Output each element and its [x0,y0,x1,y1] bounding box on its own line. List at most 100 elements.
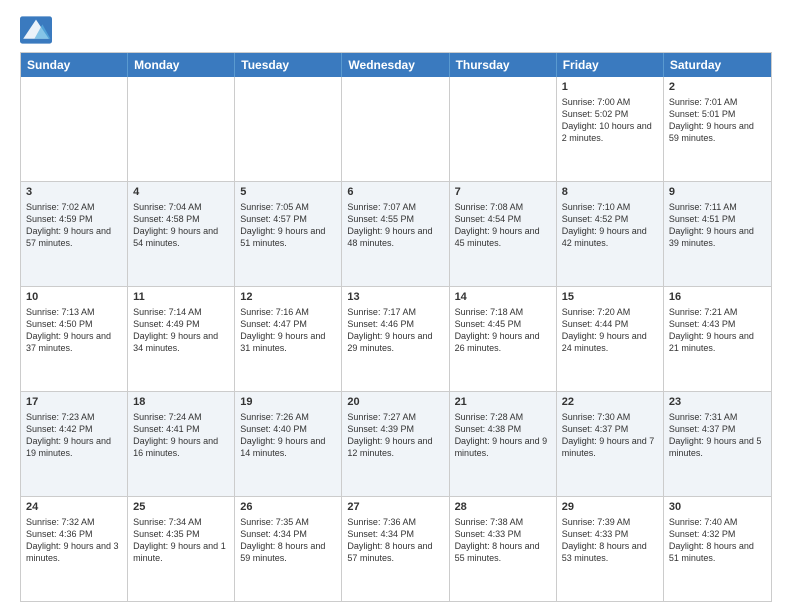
day-cell-30: 30Sunrise: 7:40 AMSunset: 4:32 PMDayligh… [664,497,771,601]
day-number: 7 [455,185,551,200]
day-info: Sunset: 4:47 PM [240,318,336,330]
day-info: Sunset: 4:52 PM [562,213,658,225]
day-number: 26 [240,500,336,515]
day-info: Sunrise: 7:38 AM [455,516,551,528]
calendar-row-5: 24Sunrise: 7:32 AMSunset: 4:36 PMDayligh… [21,496,771,601]
day-number: 10 [26,290,122,305]
day-info: Sunrise: 7:14 AM [133,306,229,318]
day-info: Sunset: 4:42 PM [26,423,122,435]
day-info: Sunrise: 7:20 AM [562,306,658,318]
day-info: Daylight: 9 hours and 57 minutes. [26,225,122,249]
day-cell-1: 1Sunrise: 7:00 AMSunset: 5:02 PMDaylight… [557,77,664,181]
day-info: Sunset: 4:34 PM [240,528,336,540]
day-number: 18 [133,395,229,410]
day-info: Sunrise: 7:27 AM [347,411,443,423]
day-info: Daylight: 9 hours and 34 minutes. [133,330,229,354]
day-info: Sunrise: 7:02 AM [26,201,122,213]
day-number: 17 [26,395,122,410]
day-info: Sunrise: 7:28 AM [455,411,551,423]
calendar-row-1: 1Sunrise: 7:00 AMSunset: 5:02 PMDaylight… [21,77,771,181]
day-cell-5: 5Sunrise: 7:05 AMSunset: 4:57 PMDaylight… [235,182,342,286]
day-info: Daylight: 9 hours and 48 minutes. [347,225,443,249]
day-cell-18: 18Sunrise: 7:24 AMSunset: 4:41 PMDayligh… [128,392,235,496]
day-info: Daylight: 9 hours and 21 minutes. [669,330,766,354]
day-info: Daylight: 10 hours and 2 minutes. [562,120,658,144]
day-header-thursday: Thursday [450,53,557,77]
day-header-friday: Friday [557,53,664,77]
day-info: Sunset: 4:58 PM [133,213,229,225]
calendar-header: SundayMondayTuesdayWednesdayThursdayFrid… [21,53,771,77]
day-info: Daylight: 9 hours and 37 minutes. [26,330,122,354]
day-info: Daylight: 9 hours and 29 minutes. [347,330,443,354]
day-info: Sunset: 4:37 PM [562,423,658,435]
day-info: Daylight: 9 hours and 14 minutes. [240,435,336,459]
empty-cell-r0c4 [450,77,557,181]
empty-cell-r0c1 [128,77,235,181]
day-number: 23 [669,395,766,410]
day-info: Sunrise: 7:16 AM [240,306,336,318]
day-cell-29: 29Sunrise: 7:39 AMSunset: 4:33 PMDayligh… [557,497,664,601]
day-number: 6 [347,185,443,200]
day-info: Sunset: 4:37 PM [669,423,766,435]
calendar: SundayMondayTuesdayWednesdayThursdayFrid… [20,52,772,602]
day-info: Daylight: 9 hours and 39 minutes. [669,225,766,249]
day-info: Sunset: 4:39 PM [347,423,443,435]
day-info: Daylight: 9 hours and 7 minutes. [562,435,658,459]
day-info: Sunset: 4:55 PM [347,213,443,225]
day-cell-19: 19Sunrise: 7:26 AMSunset: 4:40 PMDayligh… [235,392,342,496]
day-info: Sunset: 4:51 PM [669,213,766,225]
day-cell-22: 22Sunrise: 7:30 AMSunset: 4:37 PMDayligh… [557,392,664,496]
day-number: 8 [562,185,658,200]
day-info: Daylight: 9 hours and 3 minutes. [26,540,122,564]
header [20,16,772,44]
day-info: Sunrise: 7:08 AM [455,201,551,213]
day-info: Sunset: 4:41 PM [133,423,229,435]
day-info: Daylight: 9 hours and 51 minutes. [240,225,336,249]
day-info: Sunset: 4:33 PM [562,528,658,540]
day-info: Sunrise: 7:40 AM [669,516,766,528]
day-number: 1 [562,80,658,95]
day-number: 15 [562,290,658,305]
day-number: 29 [562,500,658,515]
day-info: Sunrise: 7:31 AM [669,411,766,423]
day-number: 21 [455,395,551,410]
day-info: Sunset: 4:50 PM [26,318,122,330]
empty-cell-r0c2 [235,77,342,181]
day-cell-25: 25Sunrise: 7:34 AMSunset: 4:35 PMDayligh… [128,497,235,601]
day-info: Sunrise: 7:05 AM [240,201,336,213]
day-number: 5 [240,185,336,200]
day-cell-23: 23Sunrise: 7:31 AMSunset: 4:37 PMDayligh… [664,392,771,496]
day-cell-14: 14Sunrise: 7:18 AMSunset: 4:45 PMDayligh… [450,287,557,391]
day-cell-6: 6Sunrise: 7:07 AMSunset: 4:55 PMDaylight… [342,182,449,286]
day-number: 30 [669,500,766,515]
day-info: Sunrise: 7:01 AM [669,96,766,108]
calendar-row-3: 10Sunrise: 7:13 AMSunset: 4:50 PMDayligh… [21,286,771,391]
day-cell-16: 16Sunrise: 7:21 AMSunset: 4:43 PMDayligh… [664,287,771,391]
day-info: Daylight: 8 hours and 53 minutes. [562,540,658,564]
page: SundayMondayTuesdayWednesdayThursdayFrid… [0,0,792,612]
day-info: Daylight: 8 hours and 55 minutes. [455,540,551,564]
day-number: 11 [133,290,229,305]
day-cell-13: 13Sunrise: 7:17 AMSunset: 4:46 PMDayligh… [342,287,449,391]
day-info: Sunrise: 7:21 AM [669,306,766,318]
day-info: Sunrise: 7:00 AM [562,96,658,108]
day-info: Daylight: 9 hours and 45 minutes. [455,225,551,249]
day-info: Daylight: 9 hours and 24 minutes. [562,330,658,354]
day-info: Sunset: 4:40 PM [240,423,336,435]
day-header-saturday: Saturday [664,53,771,77]
day-number: 13 [347,290,443,305]
day-cell-21: 21Sunrise: 7:28 AMSunset: 4:38 PMDayligh… [450,392,557,496]
day-info: Sunrise: 7:32 AM [26,516,122,528]
day-info: Sunset: 4:44 PM [562,318,658,330]
day-info: Daylight: 9 hours and 1 minute. [133,540,229,564]
day-info: Sunset: 4:34 PM [347,528,443,540]
day-info: Daylight: 9 hours and 16 minutes. [133,435,229,459]
day-number: 19 [240,395,336,410]
day-info: Sunset: 4:59 PM [26,213,122,225]
day-info: Sunrise: 7:11 AM [669,201,766,213]
calendar-row-2: 3Sunrise: 7:02 AMSunset: 4:59 PMDaylight… [21,181,771,286]
day-cell-12: 12Sunrise: 7:16 AMSunset: 4:47 PMDayligh… [235,287,342,391]
day-info: Daylight: 9 hours and 19 minutes. [26,435,122,459]
day-info: Sunset: 4:43 PM [669,318,766,330]
day-cell-3: 3Sunrise: 7:02 AMSunset: 4:59 PMDaylight… [21,182,128,286]
